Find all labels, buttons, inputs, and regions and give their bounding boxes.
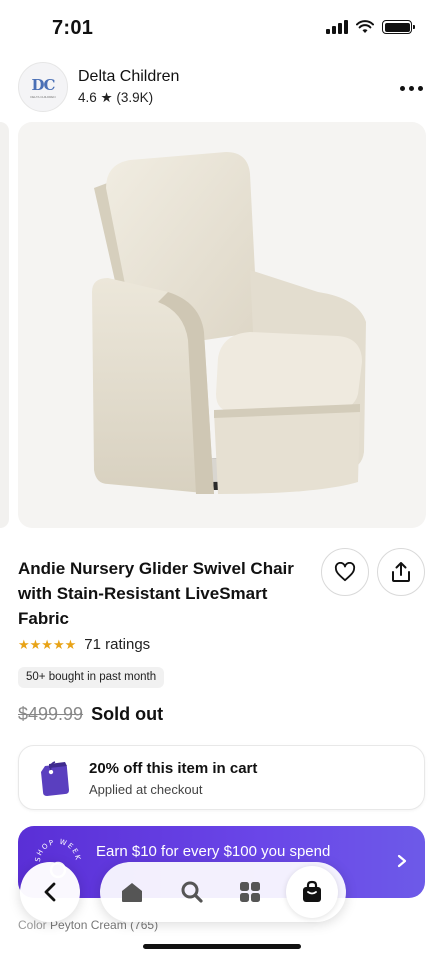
- cellular-signal-icon: [326, 20, 348, 34]
- more-dot: [408, 85, 414, 91]
- heart-icon: [334, 562, 356, 582]
- favorite-button[interactable]: [321, 548, 369, 596]
- star-rating: ★★★★★: [18, 636, 77, 652]
- old-price: $499.99: [18, 704, 84, 724]
- seller-name[interactable]: Delta Children: [78, 68, 179, 86]
- ratings-count: 71 ratings: [84, 636, 151, 653]
- bottom-nav: [100, 862, 346, 922]
- seller-logo[interactable]: DC DELTA CHILDREN: [18, 62, 68, 112]
- more-dot: [399, 85, 405, 91]
- seller-logo-subtext: DELTA CHILDREN: [30, 94, 56, 99]
- price-tag-icon: [41, 761, 69, 796]
- status-time: 7:01: [52, 17, 94, 39]
- sold-out-label: Sold out: [91, 704, 164, 724]
- status-icons: [326, 20, 415, 34]
- promo-card[interactable]: 20% off this item in cart Applied at che…: [18, 745, 425, 810]
- price-row: $499.99 Sold out: [18, 704, 163, 725]
- home-icon: [122, 883, 142, 902]
- product-title: Andie Nursery Glider Swivel Chair with S…: [18, 559, 294, 628]
- seller-header: DC DELTA CHILDREN Delta Children 4.6 ★ (…: [18, 62, 426, 114]
- seal-text: SHOP WEEK: [34, 838, 81, 863]
- nav-categories-button[interactable]: [228, 870, 272, 914]
- earn-rewards-text: Earn $10 for every $100 you spend: [96, 843, 331, 860]
- wifi-icon: [356, 20, 374, 33]
- promo-subtitle: Applied at checkout: [89, 782, 203, 797]
- nav-cart-button[interactable]: [286, 866, 338, 918]
- share-icon: [392, 562, 410, 582]
- more-options-button[interactable]: [396, 76, 426, 100]
- product-image[interactable]: [18, 122, 426, 528]
- search-icon: [181, 881, 203, 903]
- chevron-right-icon: [397, 852, 407, 873]
- home-indicator: [143, 944, 301, 949]
- nav-search-button[interactable]: [170, 870, 214, 914]
- status-bar: 7:01: [0, 0, 444, 58]
- seller-logo-monogram: DC: [31, 75, 56, 94]
- share-button[interactable]: [377, 548, 425, 596]
- battery-icon: [382, 20, 415, 34]
- nav-home-button[interactable]: [110, 870, 154, 914]
- svg-text:SHOP WEEK: SHOP WEEK: [34, 838, 82, 863]
- back-button[interactable]: [20, 862, 80, 922]
- grid-icon: [240, 882, 260, 902]
- ratings-row[interactable]: ★★★★★ 71 ratings: [18, 636, 150, 653]
- seller-rating: 4.6 ★ (3.9K): [78, 90, 154, 105]
- bought-badge: 50+ bought in past month: [18, 667, 165, 688]
- chevron-left-icon: [44, 882, 56, 902]
- shopping-bag-icon: [303, 880, 321, 902]
- more-dot: [417, 85, 423, 91]
- chair-illustration: [92, 152, 366, 494]
- promo-title: 20% off this item in cart: [89, 760, 258, 777]
- previous-image-peek[interactable]: [0, 122, 9, 528]
